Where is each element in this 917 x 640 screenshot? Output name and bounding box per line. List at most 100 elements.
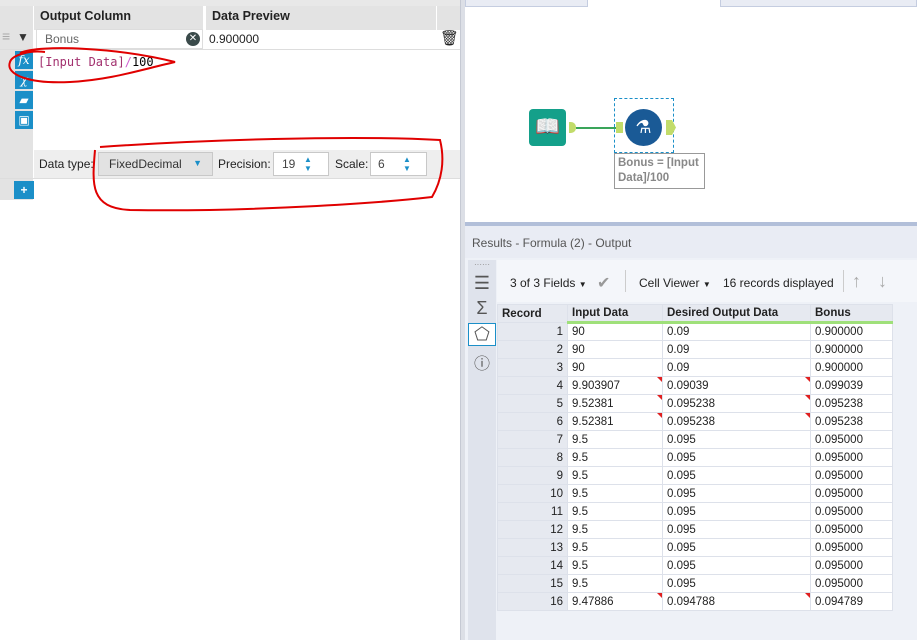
column-header[interactable]: Record bbox=[497, 304, 568, 323]
input-data-tool-icon[interactable]: 📖 bbox=[529, 109, 566, 146]
column-header[interactable]: Bonus bbox=[810, 304, 893, 324]
table-cell[interactable]: 0.095 bbox=[662, 448, 811, 467]
table-cell[interactable]: 0.094788 bbox=[662, 592, 811, 611]
workflow-canvas[interactable]: 📖 ⚗ Bonus = [Input Data]/100 bbox=[465, 0, 917, 222]
table-row[interactable]: 10 9.5 0.095 0.095000 bbox=[497, 484, 893, 503]
table-cell[interactable]: 9.5 bbox=[567, 556, 663, 575]
help-icon[interactable]: ⓘ bbox=[468, 350, 496, 374]
red-annotation-marks bbox=[8, 47, 444, 212]
table-cell[interactable]: 9.5 bbox=[567, 520, 663, 539]
table-cell[interactable]: 9.5 bbox=[567, 538, 663, 557]
tab-strip-left[interactable] bbox=[465, 0, 588, 7]
table-row[interactable]: 9 9.5 0.095 0.095000 bbox=[497, 466, 893, 485]
table-cell[interactable]: 0.095000 bbox=[810, 430, 893, 449]
connection-line bbox=[576, 127, 616, 129]
table-cell[interactable]: 0.09 bbox=[662, 340, 811, 359]
table-cell[interactable]: 0.095000 bbox=[810, 538, 893, 557]
table-cell[interactable]: 9.5 bbox=[567, 502, 663, 521]
table-cell[interactable]: 90 bbox=[567, 358, 663, 377]
table-row[interactable]: 6 9.52381 0.095238 0.095238 bbox=[497, 412, 893, 431]
table-cell[interactable]: 0.095238 bbox=[662, 412, 811, 431]
column-header[interactable]: Desired Output Data bbox=[662, 304, 811, 324]
table-cell[interactable]: 0.095 bbox=[662, 574, 811, 593]
record-number: 3 bbox=[497, 358, 568, 377]
table-cell[interactable]: 90 bbox=[567, 340, 663, 359]
table-row[interactable]: 11 9.5 0.095 0.095000 bbox=[497, 502, 893, 521]
table-cell[interactable]: 0.095000 bbox=[810, 466, 893, 485]
arrow-up-icon[interactable]: ↑ bbox=[852, 271, 861, 292]
cell-viewer-dropdown[interactable]: Cell Viewer ▼ bbox=[639, 276, 711, 290]
table-cell[interactable]: 0.095000 bbox=[810, 502, 893, 521]
record-number: 1 bbox=[497, 322, 568, 341]
table-cell[interactable]: 0.095238 bbox=[810, 394, 893, 413]
table-row[interactable]: 3 90 0.09 0.900000 bbox=[497, 358, 893, 377]
table-row[interactable]: 1 90 0.09 0.900000 bbox=[497, 322, 893, 341]
table-cell[interactable]: 0.095 bbox=[662, 466, 811, 485]
table-cell[interactable]: 0.095 bbox=[662, 484, 811, 503]
table-row[interactable]: 4 9.903907 0.09039 0.099039 bbox=[497, 376, 893, 395]
table-row[interactable]: 8 9.5 0.095 0.095000 bbox=[497, 448, 893, 467]
results-panel: ······ ☰ Σ ⬠ ⓘ 3 of 3 Fields ▼ ✔ Cell Vi… bbox=[465, 258, 917, 640]
table-row[interactable]: 14 9.5 0.095 0.095000 bbox=[497, 556, 893, 575]
table-cell[interactable]: 0.09 bbox=[662, 322, 811, 341]
metadata-icon[interactable]: ⬠ bbox=[468, 323, 496, 346]
table-cell[interactable]: 0.099039 bbox=[810, 376, 893, 395]
table-cell[interactable]: 9.5 bbox=[567, 430, 663, 449]
formula-config-panel: Output Column Data Preview ≡ ▼ Bonus ✕ 0… bbox=[0, 0, 460, 640]
table-cell[interactable]: 9.5 bbox=[567, 484, 663, 503]
table-cell[interactable]: 0.095 bbox=[662, 502, 811, 521]
table-cell[interactable]: 0.095000 bbox=[810, 448, 893, 467]
table-cell[interactable]: 0.09039 bbox=[662, 376, 811, 395]
table-cell[interactable]: 0.095238 bbox=[662, 394, 811, 413]
table-cell[interactable]: 0.095000 bbox=[810, 556, 893, 575]
table-cell[interactable]: 0.095 bbox=[662, 556, 811, 575]
input-anchor[interactable] bbox=[616, 122, 623, 133]
toolbar-divider bbox=[843, 270, 844, 292]
results-title: Results - Formula (2) - Output bbox=[465, 222, 917, 258]
table-cell[interactable]: 0.095238 bbox=[810, 412, 893, 431]
formula-tool-icon[interactable]: ⚗ bbox=[625, 109, 662, 146]
table-cell[interactable]: 90 bbox=[567, 322, 663, 341]
table-cell[interactable]: 0.900000 bbox=[810, 358, 893, 377]
table-cell[interactable]: 0.09 bbox=[662, 358, 811, 377]
record-number: 11 bbox=[497, 502, 568, 521]
table-row[interactable]: 12 9.5 0.095 0.095000 bbox=[497, 520, 893, 539]
table-row[interactable]: 5 9.52381 0.095238 0.095238 bbox=[497, 394, 893, 413]
table-cell[interactable]: 0.094789 bbox=[810, 592, 893, 611]
table-cell[interactable]: 0.095 bbox=[662, 538, 811, 557]
table-cell[interactable]: 0.900000 bbox=[810, 340, 893, 359]
fields-dropdown[interactable]: 3 of 3 Fields ▼ bbox=[510, 276, 587, 290]
output-anchor[interactable] bbox=[569, 122, 576, 133]
table-row[interactable]: 13 9.5 0.095 0.095000 bbox=[497, 538, 893, 557]
table-cell[interactable]: 0.900000 bbox=[810, 322, 893, 341]
record-number: 12 bbox=[497, 520, 568, 539]
table-row[interactable]: 2 90 0.09 0.900000 bbox=[497, 340, 893, 359]
table-row[interactable]: 7 9.5 0.095 0.095000 bbox=[497, 430, 893, 449]
grip-icon[interactable]: ······ bbox=[468, 260, 496, 269]
table-row[interactable]: 15 9.5 0.095 0.095000 bbox=[497, 574, 893, 593]
table-cell[interactable]: 0.095 bbox=[662, 430, 811, 449]
formula-output-anchor[interactable] bbox=[666, 120, 676, 135]
table-cell[interactable]: 9.52381 bbox=[567, 394, 663, 413]
checkmark-icon[interactable]: ✔ bbox=[597, 273, 610, 293]
table-cell[interactable]: 0.095 bbox=[662, 520, 811, 539]
table-cell[interactable]: 9.5 bbox=[567, 574, 663, 593]
arrow-down-icon[interactable]: ↓ bbox=[878, 271, 887, 292]
table-cell[interactable]: 9.903907 bbox=[567, 376, 663, 395]
table-cell[interactable]: 9.5 bbox=[567, 448, 663, 467]
summary-icon[interactable]: Σ bbox=[468, 298, 496, 319]
table-cell[interactable]: 0.095000 bbox=[810, 484, 893, 503]
record-number: 14 bbox=[497, 556, 568, 575]
column-header[interactable]: Input Data bbox=[567, 304, 663, 324]
table-cell[interactable]: 9.5 bbox=[567, 466, 663, 485]
results-table: Record Input Data Desired Output Data Bonus… bbox=[497, 304, 893, 611]
table-cell[interactable]: 0.095000 bbox=[810, 520, 893, 539]
record-number: 5 bbox=[497, 394, 568, 413]
tab-strip-right[interactable] bbox=[720, 0, 917, 7]
table-row[interactable]: 16 9.47886 0.094788 0.094789 bbox=[497, 592, 893, 611]
table-view-icon[interactable]: ☰ bbox=[468, 273, 496, 294]
table-cell[interactable]: 9.52381 bbox=[567, 412, 663, 431]
table-cell[interactable]: 9.47886 bbox=[567, 592, 663, 611]
table-cell[interactable]: 0.095000 bbox=[810, 574, 893, 593]
fields-label: 3 of 3 Fields bbox=[510, 276, 576, 290]
